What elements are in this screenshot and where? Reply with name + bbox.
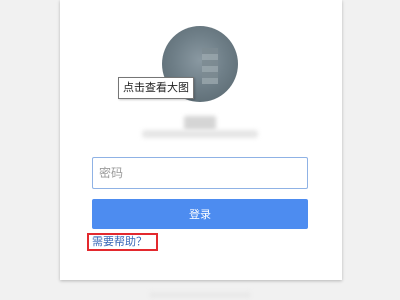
blurred-username xyxy=(184,116,216,130)
password-field[interactable] xyxy=(92,157,308,189)
login-page: 点击查看大图 登录 需要帮助？ xyxy=(0,0,400,300)
avatar-tooltip: 点击查看大图 xyxy=(118,77,194,99)
avatar-pixelation xyxy=(202,48,218,84)
need-help-link[interactable]: 需要帮助？ xyxy=(92,235,147,249)
login-button[interactable]: 登录 xyxy=(92,199,308,229)
blurred-account-info xyxy=(142,130,258,138)
blurred-footer xyxy=(150,292,250,298)
